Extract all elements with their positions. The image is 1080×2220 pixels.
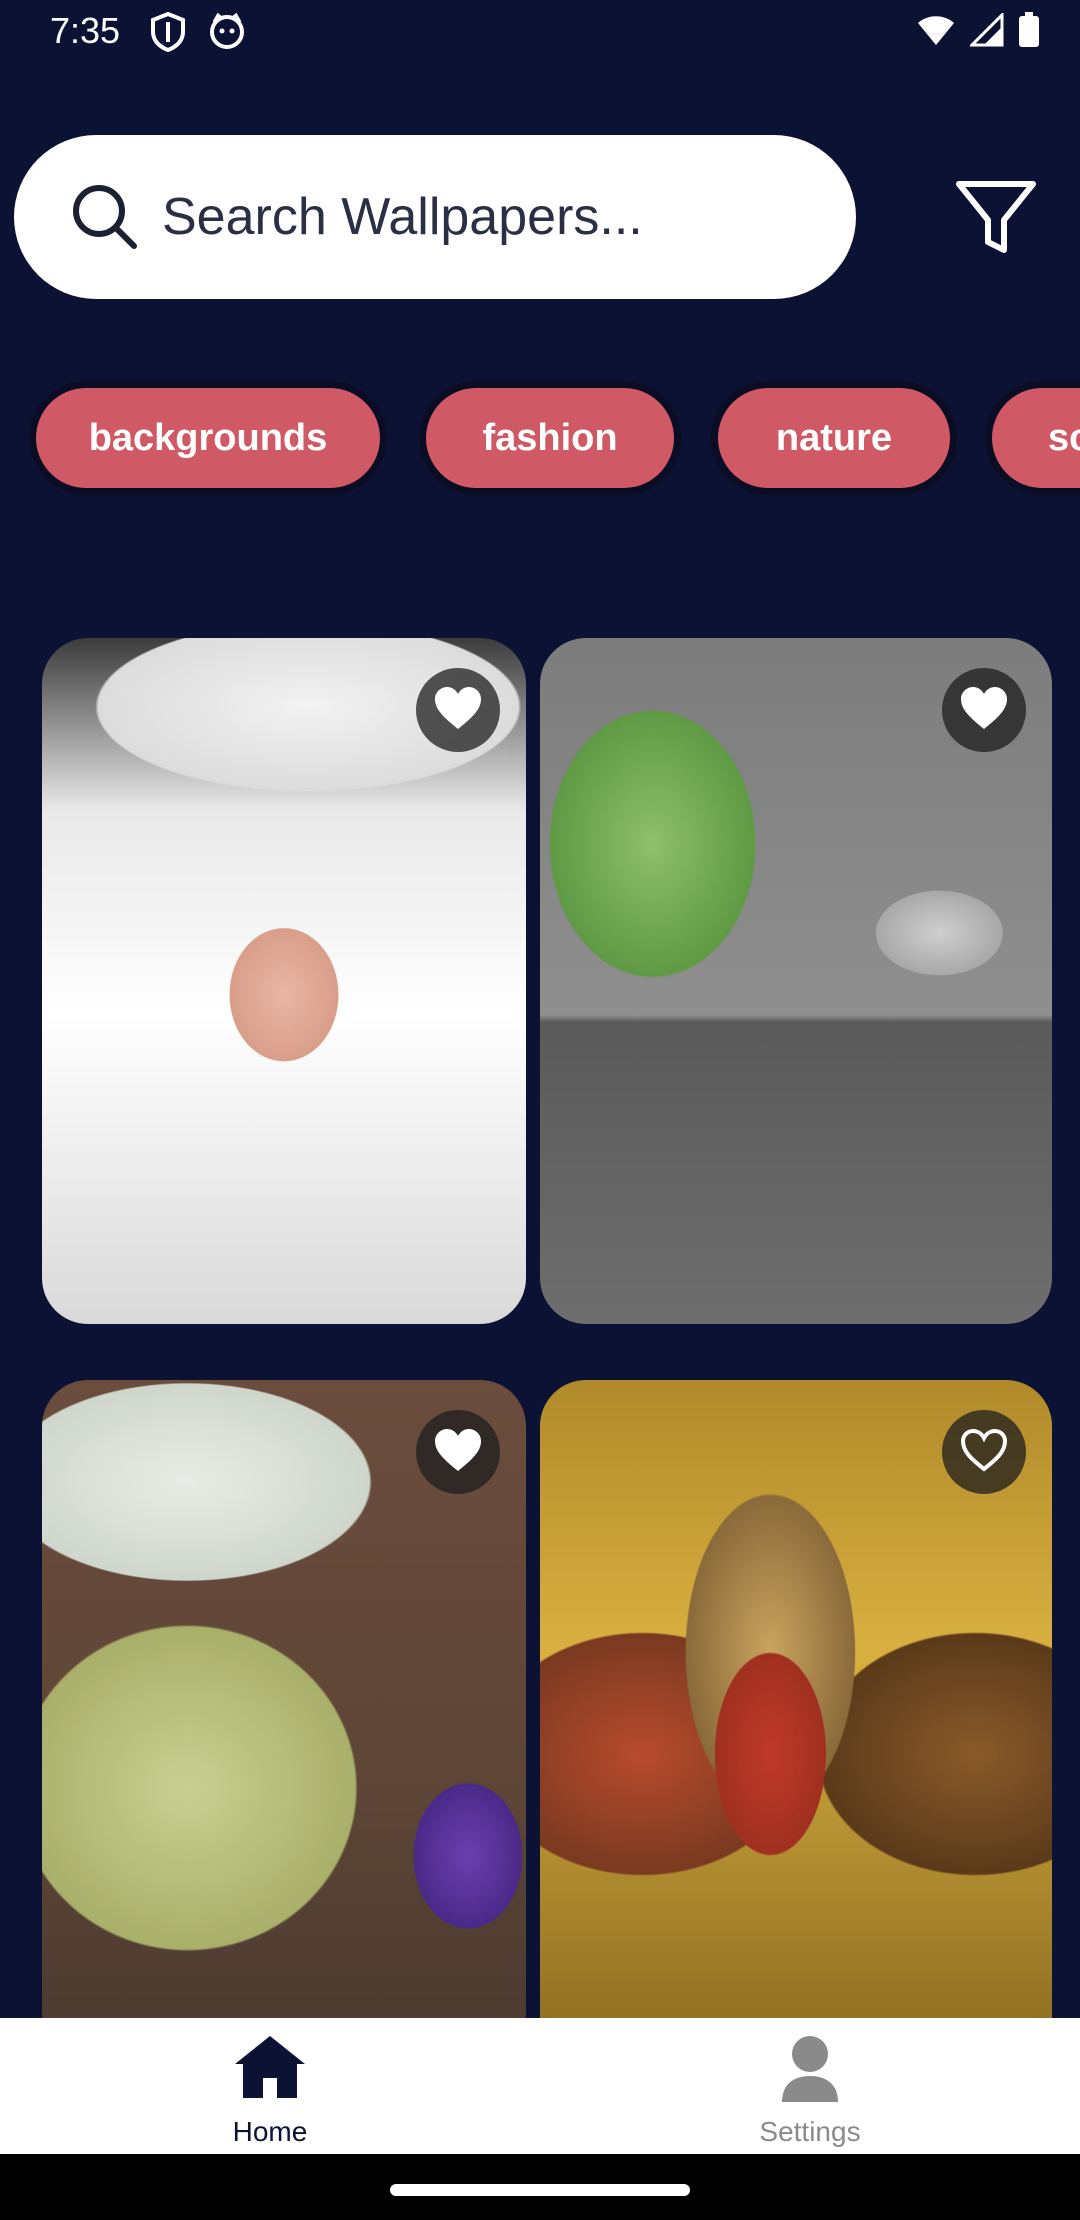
heart-filled-icon [959,685,1009,736]
wifi-icon [916,13,956,52]
nav-settings-label: Settings [759,2116,861,2147]
favorite-button[interactable] [416,668,500,752]
wallpaper-card-butterfly[interactable] [42,1380,526,2060]
wallpaper-card-woman[interactable] [42,638,526,1324]
favorite-button[interactable] [942,1410,1026,1494]
nav-home-label: Home [232,2116,308,2147]
chip-nature[interactable]: nature [714,384,954,492]
search-bar[interactable]: Search Wallpapers... [14,135,856,299]
home-icon [233,2034,307,2105]
heart-outline-icon [959,1427,1009,1478]
status-bar: 7:35 [0,0,1080,66]
search-input[interactable]: Search Wallpapers... [162,187,643,247]
gesture-bar [0,2154,1080,2220]
heart-filled-icon [433,685,483,736]
cat-face-icon [208,12,246,57]
chip-backgrounds[interactable]: backgrounds [32,384,384,492]
category-chips: backgrounds fashion nature sc [0,380,1080,504]
heart-filled-icon [433,1427,483,1478]
gesture-handle[interactable] [390,2184,690,2196]
cell-signal-icon [968,11,1004,52]
shield-icon [150,11,186,57]
chip-sc[interactable]: sc [988,384,1080,492]
search-icon [70,182,140,252]
person-icon [778,2034,842,2109]
wallpaper-card-hawk[interactable] [540,1380,1052,2060]
bottom-nav: Home Settings [0,2018,1080,2154]
nav-home[interactable]: Home [0,2018,540,2154]
filter-icon[interactable] [954,178,1038,258]
wallpaper-card-bird[interactable] [540,638,1052,1324]
favorite-button[interactable] [416,1410,500,1494]
chip-fashion[interactable]: fashion [422,384,678,492]
battery-icon [1018,12,1040,53]
status-time: 7:35 [50,10,121,51]
nav-settings[interactable]: Settings [540,2018,1080,2154]
favorite-button[interactable] [942,668,1026,752]
